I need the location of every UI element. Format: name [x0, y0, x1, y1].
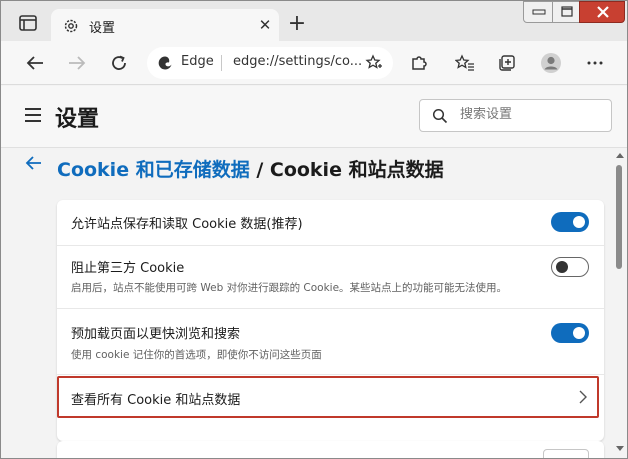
- option-title: 阻止第三方 Cookie: [71, 261, 185, 276]
- browser-toolbar: Edge edge://settings/co...: [1, 41, 627, 85]
- back-arrow-icon[interactable]: [25, 155, 43, 176]
- next-settings-card: [57, 441, 604, 458]
- new-tab-button[interactable]: +: [285, 13, 309, 37]
- see-all-cookies-link[interactable]: 查看所有 Cookie 和站点数据: [57, 376, 599, 418]
- option-row-block-third-party: 阻止第三方 Cookie 启用后，站点不能使用可跨 Web 对你进行跟踪的 Co…: [57, 246, 604, 309]
- breadcrumb-separator: /: [249, 159, 270, 181]
- maximize-button[interactable]: [552, 1, 580, 23]
- add-favorite-icon[interactable]: [365, 54, 383, 72]
- tab-strip: 设置 ✕ +: [1, 1, 627, 41]
- tab-title: 设置: [89, 21, 116, 36]
- scrollbar[interactable]: [613, 149, 627, 458]
- scroll-up-icon[interactable]: [616, 153, 624, 158]
- collections-icon[interactable]: [495, 51, 519, 75]
- search-box[interactable]: [419, 99, 612, 132]
- search-icon: [432, 108, 448, 124]
- browser-window: 设置 ✕ + Edge edge://settings/co... 设置 搜索设…: [0, 0, 628, 459]
- breadcrumb-current: Cookie 和站点数据: [269, 159, 444, 181]
- page-title: 设置: [55, 107, 100, 132]
- close-window-button[interactable]: [579, 1, 625, 23]
- minimize-button[interactable]: [523, 1, 553, 23]
- edge-logo-icon: [157, 55, 173, 71]
- settings-content: Cookie 和已存储数据 / Cookie 和站点数据 允许站点保存和读取 C…: [1, 149, 613, 458]
- chevron-right-icon: [577, 390, 589, 404]
- address-bar[interactable]: Edge edge://settings/co...: [147, 47, 393, 79]
- edge-brand-label: Edge: [181, 54, 214, 69]
- breadcrumb-parent-link[interactable]: Cookie 和已存储数据: [57, 159, 250, 181]
- address-separator: [221, 55, 222, 71]
- search-input[interactable]: [460, 107, 600, 122]
- settings-header: 设置: [1, 86, 627, 148]
- preload-pages-toggle[interactable]: [551, 323, 589, 343]
- cookie-settings-card: 允许站点保存和读取 Cookie 数据(推荐) 阻止第三方 Cookie 启用后…: [57, 200, 604, 441]
- url-text[interactable]: edge://settings/co...: [233, 54, 362, 69]
- link-label: 查看所有 Cookie 和站点数据: [71, 393, 241, 408]
- add-button[interactable]: [543, 449, 589, 458]
- option-description: 使用 cookie 记住你的首选项，即使你不访问这些页面: [71, 349, 322, 361]
- gear-icon: [63, 18, 79, 34]
- option-row-preload-pages: 预加载页面以更快浏览和搜索 使用 cookie 记住你的首选项，即使你不访问这些…: [57, 309, 604, 375]
- refresh-button[interactable]: [107, 51, 131, 75]
- back-button[interactable]: [23, 51, 47, 75]
- profile-avatar[interactable]: [539, 51, 563, 75]
- tab-settings[interactable]: 设置 ✕: [51, 9, 279, 41]
- option-description: 启用后，站点不能使用可跨 Web 对你进行跟踪的 Cookie。某些站点上的功能…: [71, 282, 508, 294]
- scroll-down-icon[interactable]: [616, 446, 624, 451]
- option-row-allow-cookies: 允许站点保存和读取 Cookie 数据(推荐): [57, 200, 604, 246]
- extensions-icon[interactable]: [407, 51, 431, 75]
- menu-icon[interactable]: [25, 108, 41, 122]
- breadcrumb: Cookie 和已存储数据 / Cookie 和站点数据: [57, 155, 444, 182]
- option-title: 预加载页面以更快浏览和搜索: [71, 327, 241, 342]
- scroll-thumb[interactable]: [616, 165, 622, 269]
- block-third-party-toggle[interactable]: [551, 257, 589, 277]
- option-title: 允许站点保存和读取 Cookie 数据(推荐): [71, 217, 303, 232]
- allow-cookies-toggle[interactable]: [551, 212, 589, 232]
- more-options-icon[interactable]: [583, 51, 607, 75]
- favorites-icon[interactable]: [453, 51, 477, 75]
- forward-button[interactable]: [65, 51, 89, 75]
- tab-actions-icon[interactable]: [19, 15, 37, 31]
- close-tab-icon[interactable]: ✕: [257, 17, 273, 33]
